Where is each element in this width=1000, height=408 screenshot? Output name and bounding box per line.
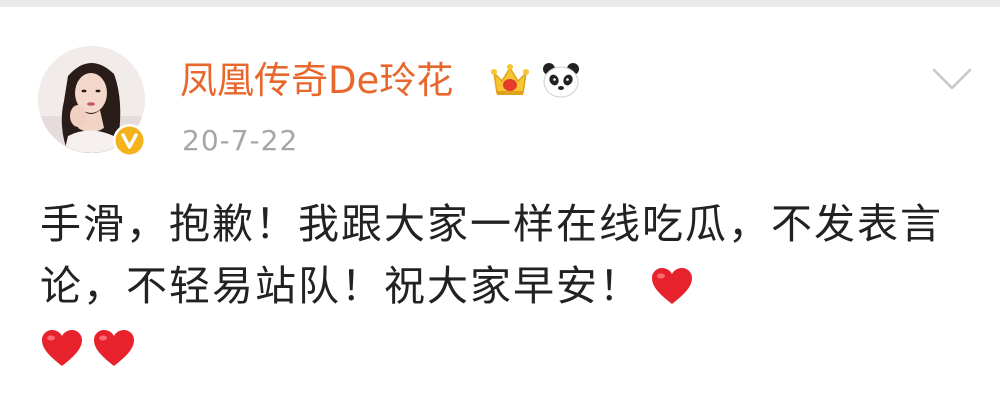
- heart-emoji: [40, 328, 84, 368]
- weibo-post-card: 凤凰传奇De玲花 20-7-22 手滑，抱歉！我跟大家一样在线吃瓜，不发表言论，…: [0, 7, 1000, 408]
- post-text: 手滑，抱歉！我跟大家一样在线吃瓜，不发表言论，不轻易站队！祝大家早安！: [40, 193, 970, 379]
- heart-emoji: [650, 266, 694, 306]
- heart-emoji: [92, 328, 136, 368]
- crown-icon[interactable]: [490, 61, 530, 103]
- chevron-down-icon: [932, 68, 972, 90]
- panda-icon[interactable]: [540, 61, 582, 103]
- top-divider: [0, 0, 1000, 7]
- user-name[interactable]: 凤凰传奇De玲花: [180, 59, 453, 103]
- more-button[interactable]: [930, 64, 974, 94]
- post-time: 20-7-22: [182, 124, 299, 157]
- post-text-content: 手滑，抱歉！我跟大家一样在线吃瓜，不发表言论，不轻易站队！祝大家早安！: [40, 200, 943, 310]
- verified-icon: [113, 124, 146, 157]
